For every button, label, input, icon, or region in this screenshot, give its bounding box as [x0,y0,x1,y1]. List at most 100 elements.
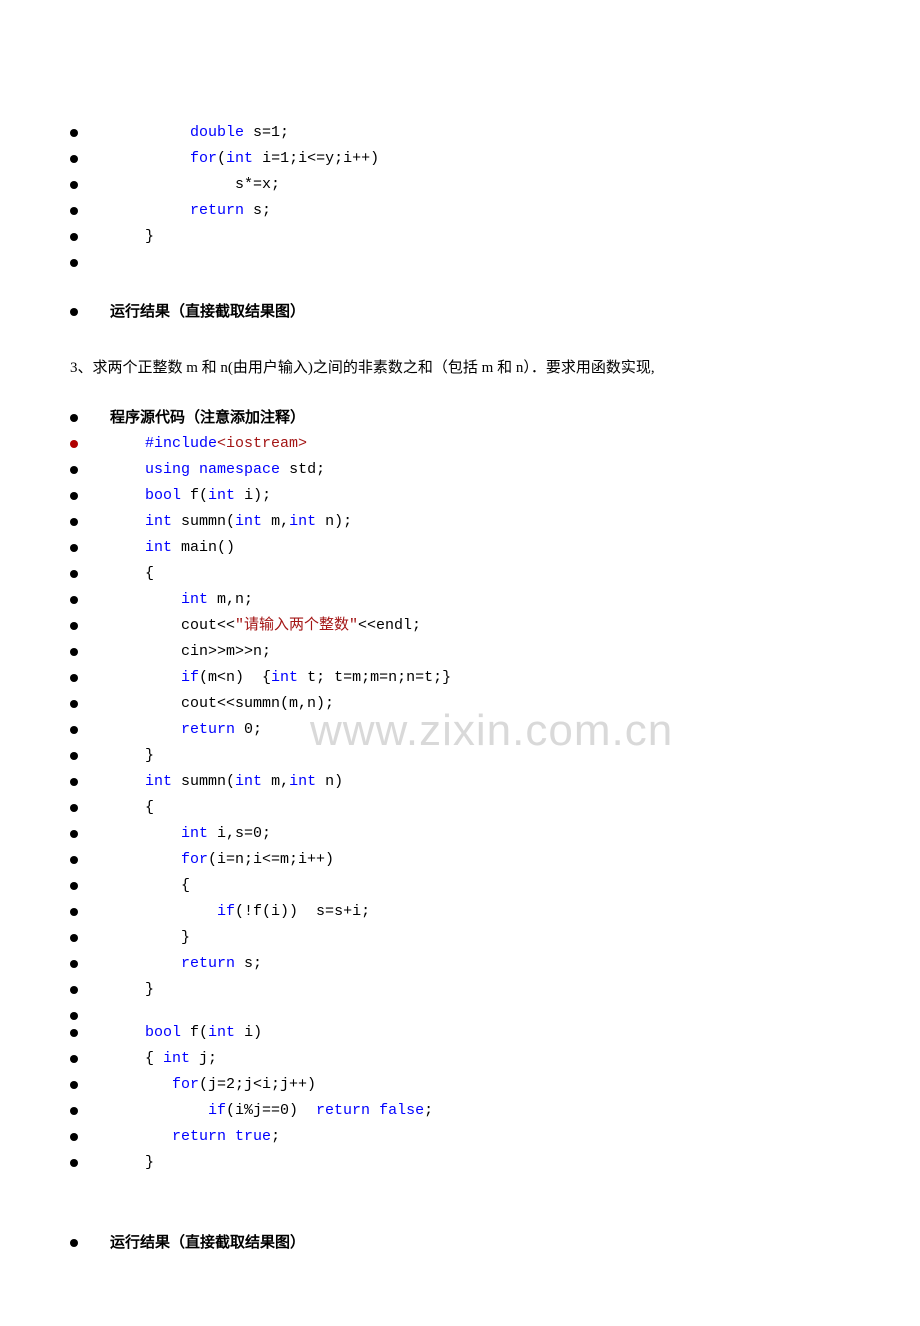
code-content: using namespace std; [118,457,325,483]
bullet-icon [70,674,78,682]
code-line: int i,s=0; [70,821,850,847]
bullet-icon [70,960,78,968]
code-content: return s; [118,198,271,224]
code-line: s*=x; [70,172,850,198]
code-content: bool f(int i) [118,1020,262,1046]
code-line: for(i=n;i<=m;i++) [70,847,850,873]
bullet-icon [70,129,78,137]
code-content: return s; [118,951,262,977]
bullet-icon [70,908,78,916]
code-content: } [118,1150,154,1176]
code-line [70,1003,850,1020]
code-line: } [70,977,850,1003]
code-line: double s=1; [70,120,850,146]
code-line: } [70,925,850,951]
code-content: int summn(int m,int n); [118,509,352,535]
bullet-icon [70,1107,78,1115]
code-line: if(i%j==0) return false; [70,1098,850,1124]
bullet-icon [70,934,78,942]
bullet-icon [70,596,78,604]
code-line: return true; [70,1124,850,1150]
bullet-icon [70,414,78,422]
code-content: int m,n; [118,587,253,613]
bullet-icon [70,752,78,760]
code-line: bool f(int i); [70,483,850,509]
code-line: { [70,795,850,821]
code-content: { [118,795,154,821]
code-line: bool f(int i) [70,1020,850,1046]
code-line: int summn(int m,int n) [70,769,850,795]
code-content: } [118,977,154,1003]
bullet-icon [70,1081,78,1089]
bullet-icon [70,726,78,734]
code-content: } [118,743,154,769]
code-line: } [70,743,850,769]
code-content: int i,s=0; [118,821,271,847]
code-line: cout<<summn(m,n); [70,691,850,717]
bullet-icon [70,700,78,708]
heading-result-1: 运行结果（直接截取结果图） [70,299,850,325]
bullet-icon [70,778,78,786]
heading-text: 运行结果（直接截取结果图） [110,1230,305,1256]
code-line: { int j; [70,1046,850,1072]
bullet-icon [70,207,78,215]
code-line: int m,n; [70,587,850,613]
code-line: } [70,224,850,250]
code-line: for(j=2;j<i;j++) [70,1072,850,1098]
bullet-icon [70,233,78,241]
heading-result-2: 运行结果（直接截取结果图） [70,1230,850,1256]
bullet-icon [70,1239,78,1247]
heading-text: 运行结果（直接截取结果图） [110,299,305,325]
bullet-icon [70,440,78,448]
bullet-icon [70,544,78,552]
code-block-2: #include<iostream> using namespace std; … [70,431,850,1176]
code-content: if(!f(i)) s=s+i; [118,899,370,925]
code-content: { [118,561,154,587]
code-content: } [118,925,190,951]
code-content: #include<iostream> [118,431,307,457]
bullet-icon [70,1029,78,1037]
bullet-icon [70,830,78,838]
bullet-icon [70,622,78,630]
code-content: { int j; [118,1046,217,1072]
bullet-icon [70,856,78,864]
code-line: cin>>m>>n; [70,639,850,665]
code-content: cin>>m>>n; [118,639,271,665]
code-content: for(j=2;j<i;j++) [118,1072,316,1098]
code-line: for(int i=1;i<=y;i++) [70,146,850,172]
bullet-icon [70,882,78,890]
bullet-icon [70,518,78,526]
code-content: if(i%j==0) return false; [118,1098,433,1124]
bullet-icon [70,1159,78,1167]
bullet-icon [70,570,78,578]
code-content: s*=x; [118,172,280,198]
code-line: if(m<n) {int t; t=m;m=n;n=t;} [70,665,850,691]
code-content: for(int i=1;i<=y;i++) [118,146,379,172]
code-line: int summn(int m,int n); [70,509,850,535]
code-line: int main() [70,535,850,561]
code-content: if(m<n) {int t; t=m;m=n;n=t;} [118,665,451,691]
code-content: for(i=n;i<=m;i++) [118,847,334,873]
code-line: return s; [70,951,850,977]
code-line: } [70,1150,850,1176]
bullet-icon [70,181,78,189]
code-line [70,250,850,267]
bullet-icon [70,1012,78,1020]
code-content: cout<<"请输入两个整数"<<endl; [118,613,421,639]
code-content: bool f(int i); [118,483,271,509]
problem-statement: 3、求两个正整数 m 和 n(由用户输入)之间的非素数之和（包括 m 和 n）．… [70,355,850,381]
code-line: { [70,873,850,899]
bullet-icon [70,259,78,267]
bullet-icon [70,308,78,316]
code-content: { [118,873,190,899]
code-line: return 0; [70,717,850,743]
bullet-icon [70,466,78,474]
code-line: return s; [70,198,850,224]
code-line: cout<<"请输入两个整数"<<endl; [70,613,850,639]
code-content: return 0; [118,717,262,743]
bullet-icon [70,155,78,163]
bullet-icon [70,986,78,994]
bullet-icon [70,804,78,812]
code-content: int summn(int m,int n) [118,769,343,795]
code-line: { [70,561,850,587]
